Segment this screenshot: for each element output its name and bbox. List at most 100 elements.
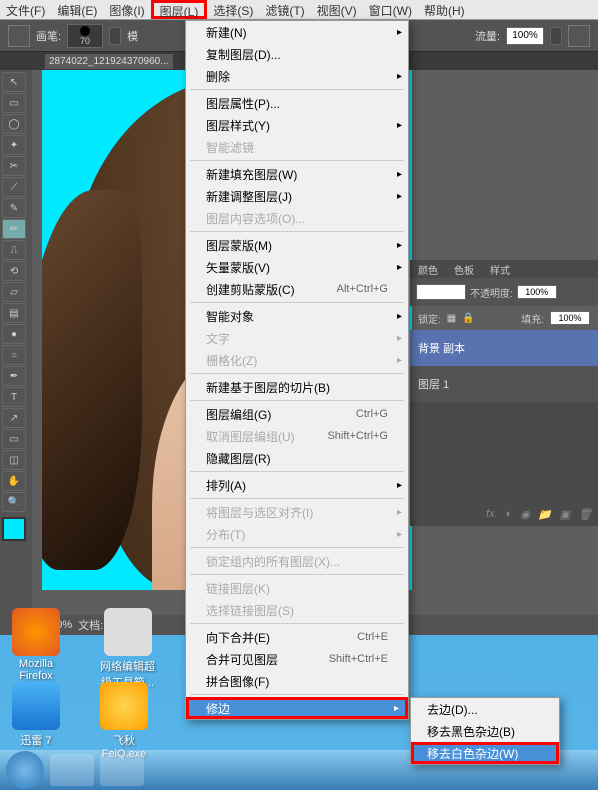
blend-mode-select[interactable] <box>416 284 466 300</box>
menu-item-create-clip[interactable]: 创建剪贴蒙版(C)Alt+Ctrl+G <box>186 278 408 300</box>
brush-dropdown-icon[interactable] <box>109 27 121 45</box>
path-tool-icon[interactable]: ↗ <box>2 408 26 428</box>
menu-item-flatten[interactable]: 拼合图像(F) <box>186 670 408 692</box>
healing-tool-icon[interactable]: ✎ <box>2 198 26 218</box>
layer-item[interactable]: 图层 1 <box>410 366 598 402</box>
desktop-icon-netedit[interactable]: 网络编辑超 级工具箱... <box>100 608 155 690</box>
menu-item-smart-object[interactable]: 智能对象 <box>186 305 408 327</box>
eraser-tool-icon[interactable]: ▱ <box>2 282 26 302</box>
brush-tool-icon[interactable]: ✏ <box>2 219 26 239</box>
gradient-tool-icon[interactable]: ▤ <box>2 303 26 323</box>
menu-item-new-slice[interactable]: 新建基于图层的切片(B) <box>186 376 408 398</box>
menu-item-new[interactable]: 新建(N) <box>186 21 408 43</box>
menu-item-merge-down[interactable]: 向下合并(E)Ctrl+E <box>186 626 408 648</box>
submenu-item-defringe[interactable]: 去边(D)... <box>411 698 559 720</box>
menu-item-duplicate[interactable]: 复制图层(D)... <box>186 43 408 65</box>
submenu-item-remove-black[interactable]: 移去黑色杂边(B) <box>411 720 559 742</box>
layer-dropdown-menu: 新建(N) 复制图层(D)... 删除 图层属性(P)... 图层样式(Y) 智… <box>185 20 409 720</box>
move-tool-icon[interactable]: ↖ <box>2 72 26 92</box>
menu-bar: 文件(F) 编辑(E) 图像(I) 图层(L) 选择(S) 滤镜(T) 视图(V… <box>0 0 598 20</box>
flow-label: 流量: <box>475 28 500 44</box>
taskbar-item[interactable] <box>100 754 144 786</box>
trash-icon[interactable]: 🗑 <box>578 508 592 521</box>
marquee-tool-icon[interactable]: ▭ <box>2 93 26 113</box>
new-layer-icon[interactable]: ▣ <box>560 508 570 521</box>
lock-all-icon[interactable]: 🔒 <box>462 313 474 324</box>
menu-item-matting[interactable]: 修边 <box>186 697 408 719</box>
tab-swatch[interactable]: 色板 <box>446 260 482 278</box>
lock-pixels-icon[interactable]: ▦ <box>447 313 456 324</box>
menu-image[interactable]: 图像(I) <box>103 0 150 19</box>
desktop-icon-feiq[interactable]: 飞秋 FeiQ.exe <box>100 682 148 760</box>
menu-item-new-adjust[interactable]: 新建调整图层(J) <box>186 185 408 207</box>
menu-item-properties[interactable]: 图层属性(P)... <box>186 92 408 114</box>
start-button[interactable] <box>6 751 44 789</box>
menu-item-group[interactable]: 图层编组(G)Ctrl+G <box>186 403 408 425</box>
tab-style[interactable]: 样式 <box>482 260 518 278</box>
menu-window[interactable]: 窗口(W) <box>363 0 418 19</box>
menu-item-merge-visible[interactable]: 合并可见图层Shift+Ctrl+E <box>186 648 408 670</box>
layers-footer: fx. ◐ ◉ 📁 ▣ 🗑 <box>410 502 598 526</box>
brush-label: 画笔: <box>36 28 61 44</box>
menu-item-distribute: 分布(T) <box>186 523 408 545</box>
menu-item-hide[interactable]: 隐藏图层(R) <box>186 447 408 469</box>
type-tool-icon[interactable]: T <box>2 387 26 407</box>
menu-item-arrange[interactable]: 排列(A) <box>186 474 408 496</box>
lasso-tool-icon[interactable]: ◯ <box>2 114 26 134</box>
notes-tool-icon[interactable]: ◫ <box>2 450 26 470</box>
flow-dropdown-icon[interactable] <box>550 27 562 45</box>
fx-icon[interactable]: fx. <box>486 508 498 520</box>
foreground-color[interactable] <box>2 517 26 541</box>
folder-icon[interactable]: 📁 <box>538 508 552 521</box>
brush-dot-icon <box>80 26 90 36</box>
flow-input[interactable] <box>506 27 544 45</box>
taskbar-item[interactable] <box>50 754 94 786</box>
blur-tool-icon[interactable]: ● <box>2 324 26 344</box>
desktop-icons-row2: 迅雷 7 飞秋 FeiQ.exe <box>0 682 148 760</box>
lock-label: 锁定: <box>418 311 441 326</box>
opacity-input[interactable] <box>517 285 557 299</box>
pen-tool-icon[interactable]: ✒ <box>2 366 26 386</box>
menu-view[interactable]: 视图(V) <box>311 0 363 19</box>
mode-label: 模 <box>127 28 138 44</box>
wand-tool-icon[interactable]: ✦ <box>2 135 26 155</box>
menu-item-vector-mask[interactable]: 矢量蒙版(V) <box>186 256 408 278</box>
stamp-tool-icon[interactable]: ⎍ <box>2 240 26 260</box>
menu-item-layer-style[interactable]: 图层样式(Y) <box>186 114 408 136</box>
shape-tool-icon[interactable]: ▭ <box>2 429 26 449</box>
menu-item-type: 文字 <box>186 327 408 349</box>
zoom-tool-icon[interactable]: 🔍 <box>2 492 26 512</box>
menu-item-layer-mask[interactable]: 图层蒙版(M) <box>186 234 408 256</box>
menu-select[interactable]: 选择(S) <box>207 0 259 19</box>
desktop-icon-firefox[interactable]: Mozilla Firefox <box>12 608 60 690</box>
submenu-item-remove-white[interactable]: 移去白色杂边(W) <box>411 742 559 764</box>
layer-item[interactable]: 背景 副本 <box>410 330 598 366</box>
menu-edit[interactable]: 编辑(E) <box>51 0 103 19</box>
brush-size-value: 70 <box>80 36 90 46</box>
blend-mode-row: 不透明度: <box>410 278 598 306</box>
brush-preview[interactable]: 70 <box>67 24 103 48</box>
airbrush-icon[interactable] <box>568 25 590 47</box>
hand-tool-icon[interactable]: ✋ <box>2 471 26 491</box>
document-tab[interactable]: 2874022_121924370960... <box>45 54 173 69</box>
tool-preset-icon[interactable] <box>8 25 30 47</box>
menu-item-delete[interactable]: 删除 <box>186 65 408 87</box>
menu-file[interactable]: 文件(F) <box>0 0 51 19</box>
menu-layer[interactable]: 图层(L) <box>151 0 208 19</box>
history-brush-icon[interactable]: ⟲ <box>2 261 26 281</box>
adjustment-icon[interactable]: ◉ <box>520 508 530 521</box>
mask-icon[interactable]: ◐ <box>506 508 513 520</box>
menu-help[interactable]: 帮助(H) <box>418 0 471 19</box>
layer-name: 图层 1 <box>418 376 449 392</box>
menu-item-new-fill[interactable]: 新建填充图层(W) <box>186 163 408 185</box>
eyedropper-tool-icon[interactable]: ⟋ <box>2 177 26 197</box>
menu-filter[interactable]: 滤镜(T) <box>259 0 310 19</box>
layer-name: 背景 副本 <box>418 340 465 356</box>
matting-submenu: 去边(D)... 移去黑色杂边(B) 移去白色杂边(W) <box>410 697 560 765</box>
fill-input[interactable] <box>550 311 590 325</box>
crop-tool-icon[interactable]: ✂ <box>2 156 26 176</box>
tab-color[interactable]: 颜色 <box>410 260 446 278</box>
dodge-tool-icon[interactable]: ○ <box>2 345 26 365</box>
desktop-icon-xunlei[interactable]: 迅雷 7 <box>12 682 60 760</box>
feiq-icon <box>100 682 148 730</box>
